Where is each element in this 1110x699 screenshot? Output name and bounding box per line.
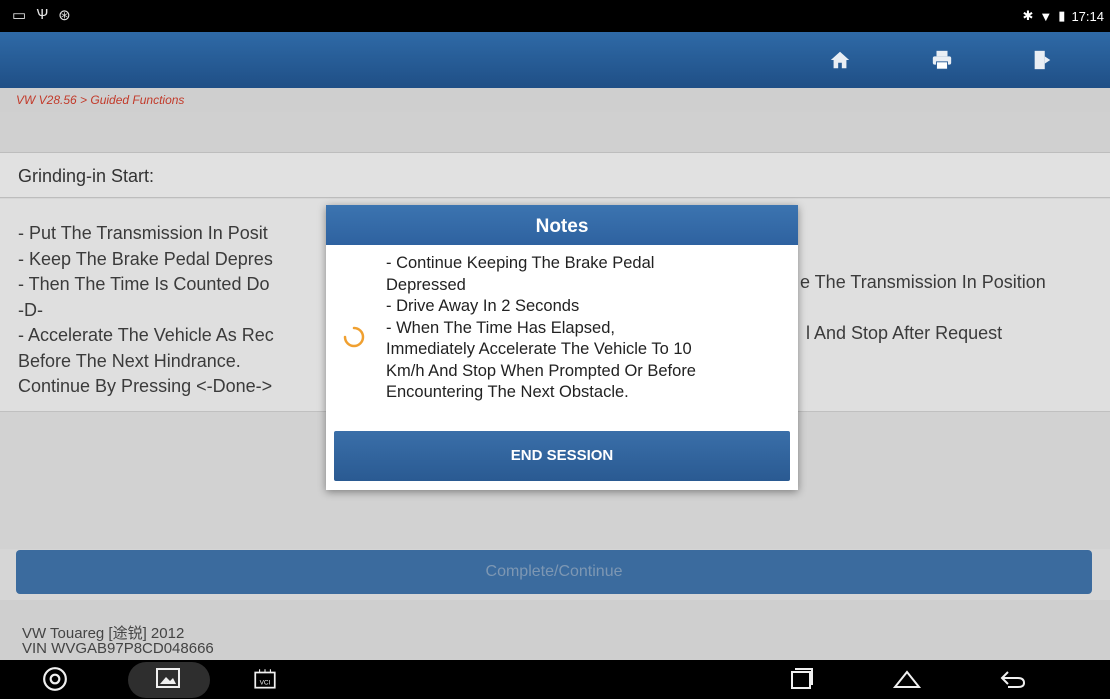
sim-icon: ▭ [12,7,27,24]
section-title: Grinding-in Start: [0,152,1110,198]
instruction-fragment: l And Stop After Request [806,323,1003,343]
dialog-line: Km/h And Stop When Prompted Or Before [386,361,696,380]
dialog-line: - Continue Keeping The Brake Pedal [386,254,655,272]
notes-dialog: Notes - Continue Keeping The Brake Pedal… [326,205,798,490]
exit-icon[interactable] [1026,44,1058,76]
wifi-icon: ▼ [1039,8,1053,24]
recent-apps-icon[interactable] [784,664,818,694]
vin-label: VIN WVGAB97P8CD048666 [22,640,214,657]
dialog-line: Depressed [386,275,466,294]
instructions-text: - Put The Transmission In Posit - Keep T… [18,221,274,400]
back-icon[interactable] [996,664,1030,694]
instruction-line: Continue By Pressing <-Done-> [18,376,273,396]
dialog-line: - When The Time Has Elapsed, [386,318,615,337]
home-icon[interactable] [824,44,856,76]
status-right: ✱ ▼ ▮ 17:14 [1023,8,1104,24]
instruction-line: - Put The Transmission In Posit [18,223,268,243]
home-nav-icon[interactable] [890,664,924,694]
vehicle-info: VW Touareg [途锐] 2012 VIN WVGAB97P8CD0486… [0,600,1110,660]
usb-icon: Ѱ [36,6,49,23]
app-toolbar [0,32,1110,88]
loading-spinner-icon [342,325,366,349]
clock: 17:14 [1071,8,1104,24]
status-left-icons: ▭ Ѱ ⊛ [12,6,71,24]
instruction-line: - Keep The Brake Pedal Depres [18,248,273,269]
instruction-fragment: e The Transmission In Position [800,272,1046,292]
status-bar: ▭ Ѱ ⊛ ✱ ▼ ▮ 17:14 [0,0,1110,32]
print-icon[interactable] [926,44,958,76]
android-debug-icon: ⊛ [58,7,71,24]
bluetooth-icon: ✱ [1022,8,1034,23]
complete-continue-button[interactable]: Complete/Continue [16,550,1092,594]
dialog-line: - Drive Away In 2 Seconds [386,297,580,315]
dialog-line: Immediately Accelerate The Vehicle To 10 [386,340,692,358]
android-nav-bar: VCI [0,660,1110,699]
spacer [0,112,1110,152]
end-session-button[interactable]: END SESSION [334,431,790,481]
dialog-line: Encountering The Next Obstacle. [386,383,629,401]
vci-icon[interactable]: VCI [248,664,282,694]
breadcrumb: VW V28.56 > Guided Functions [0,88,1110,112]
dialog-title: Notes [326,205,798,245]
instruction-line: - Accelerate The Vehicle As Rec [18,325,274,345]
battery-icon: ▮ [1058,8,1066,23]
instruction-line: Before The Next Hindrance. [18,350,241,371]
instruction-line: -D- [18,299,43,320]
chrome-icon[interactable] [38,664,72,694]
svg-text:VCI: VCI [260,679,271,686]
dialog-message: - Continue Keeping The Brake Pedal Depre… [386,253,786,404]
gallery-icon[interactable] [152,664,186,694]
instruction-line: - Then The Time Is Counted Do [18,274,270,294]
